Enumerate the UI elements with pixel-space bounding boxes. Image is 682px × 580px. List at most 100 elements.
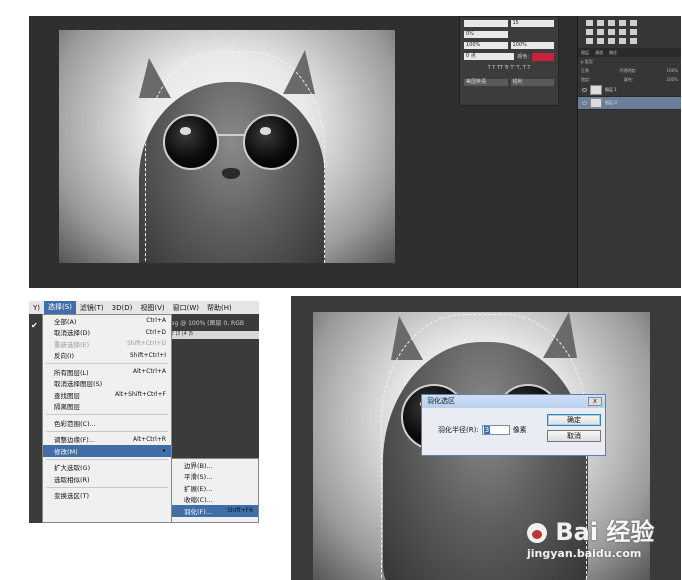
tracking-row: 0% bbox=[464, 30, 554, 39]
horizontal-scale-field[interactable]: 100% bbox=[510, 42, 554, 49]
threshold-icon[interactable] bbox=[608, 38, 615, 44]
tracking-field[interactable]: 0% bbox=[464, 31, 508, 38]
channel-mixer-icon[interactable] bbox=[619, 29, 626, 35]
font-size-row: 15 bbox=[464, 19, 554, 28]
menu-select[interactable]: 选择(S) bbox=[44, 301, 76, 314]
gradient-map-icon[interactable] bbox=[619, 38, 626, 44]
layers-area: 图层 通道 路径 ρ 类型 正常 不透明度: 100% 锁定: 填充: 100%… bbox=[577, 16, 681, 288]
scale-row: 100% 100% bbox=[464, 41, 554, 50]
menu-view[interactable]: 视图(V) bbox=[136, 303, 168, 313]
menu-item-shortcut: Alt+Ctrl+A bbox=[133, 368, 166, 376]
menu-bar: Y) 选择(S) 滤镜(T) 3D(D) 视图(V) 窗口(W) 帮助(H) bbox=[29, 301, 259, 314]
menu-item-shortcut: Shift+F6 bbox=[227, 507, 253, 515]
vibrance-icon[interactable] bbox=[619, 20, 626, 26]
baseline-field[interactable]: 0 点 bbox=[464, 53, 515, 60]
vertical-scale-field[interactable]: 100% bbox=[464, 42, 508, 49]
text-style-buttons[interactable]: T T TT Tr T' T, T T bbox=[488, 65, 531, 71]
menu-item[interactable]: 羽化(F)... Shift+F6 bbox=[172, 505, 258, 517]
menu-window[interactable]: 窗口(W) bbox=[169, 303, 203, 313]
menu-item-label: 查找图层 bbox=[54, 391, 80, 400]
layers-filter-row: ρ 类型 bbox=[578, 57, 681, 66]
menu-item-label: 修改(M) bbox=[54, 447, 78, 456]
menu-item[interactable]: 收缩(C)... bbox=[172, 494, 258, 506]
selection-marquee bbox=[145, 52, 325, 263]
photoshop-workspace-top: 15 0% 100% 100% 0 点 颜色: T T TT Tr T' T, … bbox=[29, 16, 681, 288]
antialias-select[interactable]: 锐利 bbox=[510, 79, 554, 86]
menu-item[interactable]: 取消选择图层(S) bbox=[43, 378, 171, 390]
menu-item[interactable]: 调整边缘(F)... Alt+Ctrl+R bbox=[43, 434, 171, 446]
curves-icon[interactable] bbox=[597, 20, 604, 26]
lookup-icon[interactable] bbox=[630, 29, 637, 35]
radius-label: 羽化半径(R): bbox=[438, 426, 479, 434]
selective-color-icon[interactable] bbox=[630, 38, 637, 44]
close-icon[interactable]: x bbox=[588, 397, 602, 406]
menu-item[interactable]: 选取相似(R) bbox=[43, 473, 171, 485]
layer-row-selected[interactable]: 图层 0 bbox=[578, 97, 681, 110]
menu-3d[interactable]: 3D(D) bbox=[108, 304, 137, 312]
eye-icon[interactable] bbox=[582, 88, 587, 92]
blend-mode-select[interactable]: 正常 bbox=[581, 68, 589, 74]
menu-item[interactable]: 变换选区(T) bbox=[43, 490, 171, 502]
menu-separator bbox=[46, 458, 168, 460]
language-select[interactable]: 美国英语 bbox=[464, 79, 508, 86]
menu-item-label: 边界(B)... bbox=[184, 461, 213, 470]
menu-item[interactable]: 边界(B)... bbox=[172, 459, 258, 471]
fill-label: 填充: bbox=[623, 76, 634, 82]
document-tab[interactable]: jpg @ 100% (图层 0, RGB bbox=[169, 318, 259, 330]
color-swatch[interactable] bbox=[532, 52, 554, 61]
menu-item-shortcut: Shift+Ctrl+I bbox=[129, 351, 166, 359]
adjustments-icons bbox=[578, 16, 681, 48]
posterize-icon[interactable] bbox=[597, 38, 604, 44]
layer-thumbnail bbox=[590, 98, 602, 108]
watermark-url: jingyan.baidu.com bbox=[527, 547, 642, 560]
menu-help[interactable]: 帮助(H) bbox=[203, 303, 236, 313]
menu-item[interactable]: 扩大选取(G) bbox=[43, 462, 171, 474]
exposure-icon[interactable] bbox=[608, 20, 615, 26]
size-field[interactable]: 15 bbox=[510, 20, 554, 27]
eye-icon[interactable] bbox=[582, 101, 587, 105]
fill-value[interactable]: 100% bbox=[667, 77, 678, 82]
character-panel: 15 0% 100% 100% 0 点 颜色: T T TT Tr T' T, … bbox=[459, 16, 559, 106]
cancel-button[interactable]: 取消 bbox=[547, 430, 601, 442]
invert-icon[interactable] bbox=[586, 38, 593, 44]
feather-selection-dialog: 羽化选区 x 羽化半径(R): 3 像素 确定 取消 bbox=[421, 394, 606, 456]
menu-item[interactable]: 平滑(S)... bbox=[172, 471, 258, 483]
menu-item[interactable]: 查找图层 Alt+Shift+Ctrl+F bbox=[43, 389, 171, 401]
menu-separator bbox=[46, 430, 168, 432]
opacity-label: 不透明度: bbox=[619, 67, 637, 73]
layer-row[interactable]: 图层 1 bbox=[578, 84, 681, 97]
ok-button[interactable]: 确定 bbox=[547, 414, 601, 426]
menu-item[interactable]: 全部(A) Ctrl+A bbox=[43, 315, 171, 327]
blend-row: 正常 不透明度: 100% bbox=[578, 66, 681, 75]
baidu-jingyan-watermark: Bai 经验 jingyan.baidu.com bbox=[527, 512, 654, 560]
document-canvas[interactable] bbox=[59, 30, 395, 263]
balance-icon[interactable] bbox=[586, 29, 593, 35]
tab-channels[interactable]: 通道 bbox=[595, 50, 603, 56]
menu-item[interactable]: 扩展(E)... bbox=[172, 482, 258, 494]
lock-row: 锁定: 填充: 100% bbox=[578, 75, 681, 84]
menu-item[interactable]: 取消选择(D) Ctrl+D bbox=[43, 327, 171, 339]
font-family-field[interactable] bbox=[464, 20, 508, 27]
tab-paths[interactable]: 路径 bbox=[609, 50, 617, 56]
kind-filter[interactable]: ρ 类型 bbox=[581, 59, 593, 65]
menu-filter[interactable]: 滤镜(T) bbox=[76, 303, 108, 313]
menu-item[interactable]: 反向(I) Shift+Ctrl+I bbox=[43, 350, 171, 362]
menu-item[interactable]: 重新选择(E) Shift+Ctrl+D bbox=[43, 338, 171, 350]
feather-radius-input[interactable]: 3 bbox=[481, 425, 510, 435]
menu-prev[interactable]: Y) bbox=[29, 304, 44, 312]
hue-icon[interactable] bbox=[630, 20, 637, 26]
menu-item[interactable]: 修改(M) ▸ bbox=[43, 445, 171, 457]
menu-item[interactable]: 所有图层(L) Alt+Ctrl+A bbox=[43, 366, 171, 378]
bw-icon[interactable] bbox=[597, 29, 604, 35]
menu-item-label: 调整边缘(F)... bbox=[54, 436, 96, 445]
opacity-value[interactable]: 100% bbox=[667, 68, 678, 73]
menu-item[interactable]: 隔离图层 bbox=[43, 401, 171, 413]
tab-layers[interactable]: 图层 bbox=[581, 50, 589, 56]
menu-item-shortcut: Ctrl+A bbox=[146, 317, 166, 325]
menu-item-label: 取消选择图层(S) bbox=[54, 380, 103, 389]
brightness-icon[interactable] bbox=[586, 20, 593, 26]
menu-item-shortcut: Alt+Shift+Ctrl+F bbox=[115, 391, 166, 399]
photo-filter-icon[interactable] bbox=[608, 29, 615, 35]
menu-item[interactable]: 色彩范围(C)... bbox=[43, 417, 171, 429]
menu-item-shortcut: Ctrl+D bbox=[145, 328, 166, 336]
